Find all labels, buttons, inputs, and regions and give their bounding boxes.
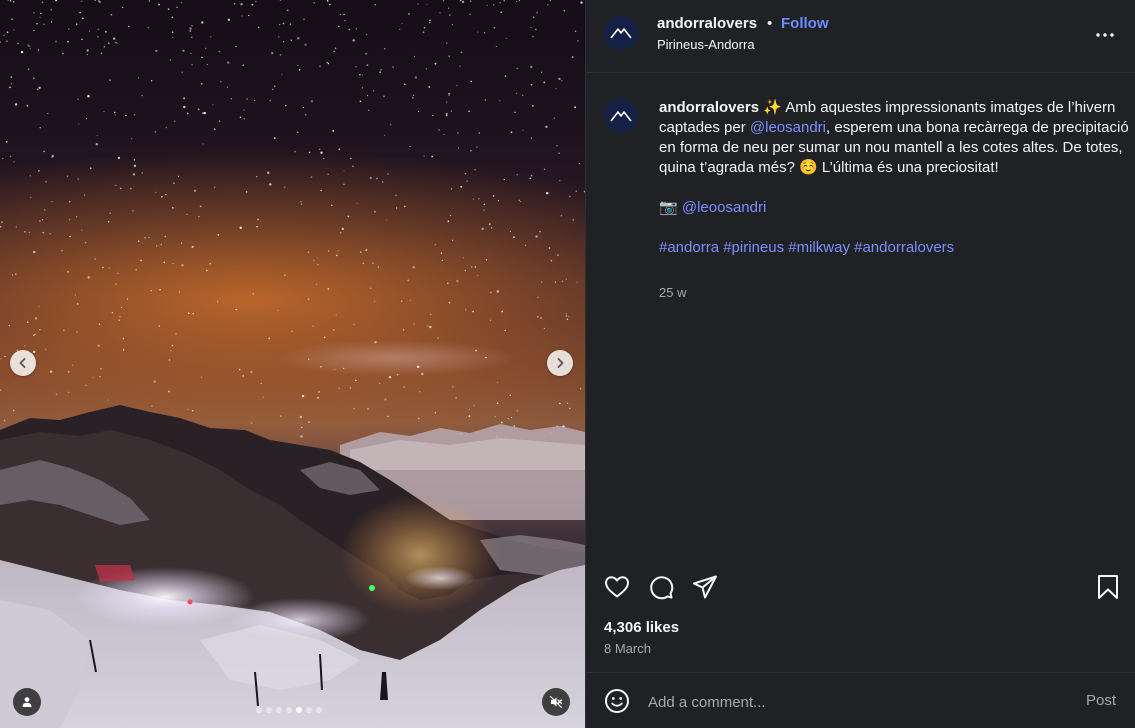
carousel-dot [276, 707, 282, 713]
carousel-dot [306, 707, 312, 713]
carousel-dot [296, 707, 302, 713]
caption-username-link[interactable]: andorralovers [659, 99, 759, 116]
camera-icon: 📷 [659, 199, 678, 216]
mention-link[interactable]: @leoosandri [682, 199, 766, 216]
chevron-right-icon [557, 358, 564, 368]
carousel-dot [256, 707, 262, 713]
bookmark-icon [1098, 575, 1118, 599]
mute-toggle-button[interactable] [542, 688, 570, 716]
carousel-next-button[interactable] [547, 350, 573, 376]
comment-bubble-icon [650, 576, 674, 600]
speaker-muted-icon [549, 695, 563, 709]
likes-count[interactable]: 4,306 likes [604, 619, 679, 636]
divider [586, 72, 1135, 73]
carousel-indicator [256, 707, 322, 713]
post-date[interactable]: 8 March [604, 641, 651, 656]
emoji-picker-button[interactable] [602, 686, 632, 716]
comment-button[interactable] [646, 572, 676, 602]
location-link[interactable]: Pirineus-Andorra [657, 37, 755, 52]
tagged-people-button[interactable] [13, 688, 41, 716]
mountain-logo-icon [610, 111, 632, 122]
caption-avatar[interactable] [604, 99, 638, 133]
post-caption: andorralovers ✨ Amb aquestes impressiona… [659, 98, 1129, 258]
comment-input[interactable] [648, 690, 1058, 714]
carousel-dot [286, 707, 292, 713]
mountain-landscape-image [0, 405, 585, 728]
heart-icon [605, 576, 629, 598]
share-button[interactable] [690, 572, 720, 602]
smiley-icon [605, 689, 629, 713]
more-options-button[interactable] [1088, 24, 1122, 46]
divider [586, 672, 1135, 673]
avatar[interactable] [604, 16, 638, 50]
post-media [0, 0, 585, 728]
like-button[interactable] [602, 572, 632, 602]
more-horizontal-icon [1096, 33, 1114, 37]
save-button[interactable] [1093, 572, 1123, 602]
hashtag-link[interactable]: #andorralovers [854, 239, 954, 256]
follow-button[interactable]: Follow [781, 15, 829, 32]
carousel-prev-button[interactable] [10, 350, 36, 376]
mountain-logo-icon [610, 28, 632, 39]
hashtag-link[interactable]: #milkway [788, 239, 850, 256]
carousel-dot [316, 707, 322, 713]
hashtag-link[interactable]: #pirineus [723, 239, 784, 256]
person-icon [22, 697, 32, 707]
hashtags: #andorra #pirineus #milkway #andorralove… [659, 238, 1129, 258]
post-comment-button[interactable]: Post [1086, 692, 1116, 709]
header-username-link[interactable]: andorralovers [657, 15, 757, 32]
caption-timestamp[interactable]: 25 w [659, 285, 686, 300]
separator-dot: • [767, 15, 773, 32]
carousel-dot [266, 707, 272, 713]
chevron-left-icon [19, 358, 26, 368]
paper-plane-icon [693, 575, 717, 599]
mention-link[interactable]: @leosandri [750, 119, 826, 136]
post-details-panel: andorralovers • Follow Pirineus-Andorra … [585, 0, 1135, 728]
hashtag-link[interactable]: #andorra [659, 239, 719, 256]
